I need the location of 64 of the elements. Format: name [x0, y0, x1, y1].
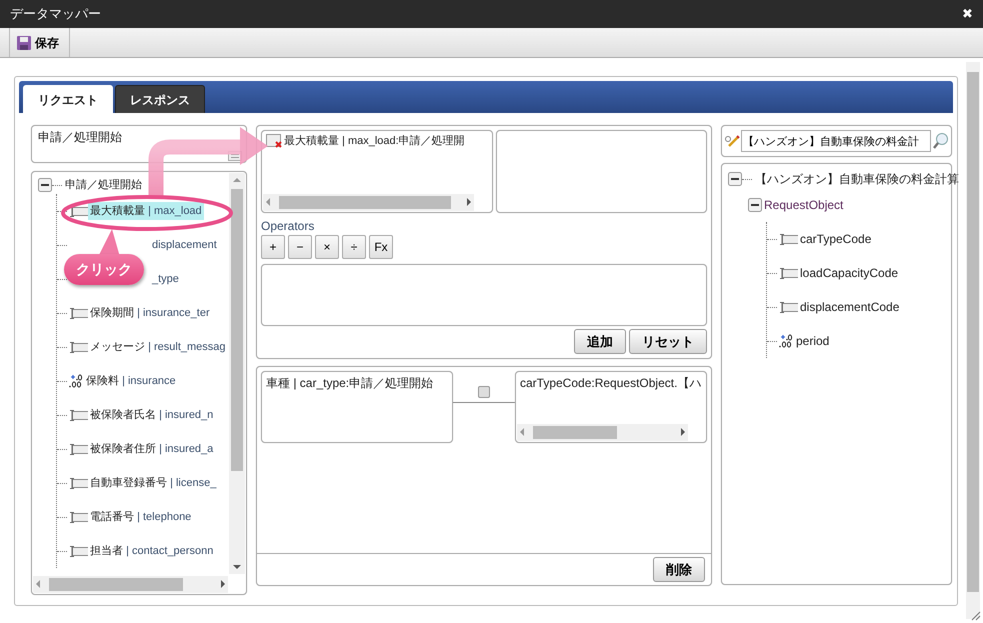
operator-button[interactable]: +	[261, 235, 285, 259]
mapping-source: 車種 | car_type:申請／処理開始	[261, 371, 453, 443]
text-field-icon	[68, 510, 88, 524]
tree-node[interactable]: period	[794, 331, 832, 351]
text-field-icon	[68, 340, 88, 354]
operator-button[interactable]: Fx	[369, 235, 393, 259]
tree-item[interactable]: 保険期間 | insurance_ter	[88, 304, 212, 322]
tree-node[interactable]: 申請／処理開始	[63, 176, 144, 194]
text-field-icon	[778, 300, 798, 314]
text-field-icon	[68, 442, 88, 456]
vertical-scrollbar[interactable]	[966, 62, 980, 619]
expression-field[interactable]	[261, 264, 707, 326]
action-button[interactable]: 追加	[574, 329, 626, 354]
text-field-icon	[68, 204, 88, 218]
tree-item[interactable]: メッセージ | result_messag	[88, 338, 228, 356]
tree-item[interactable]: 電話番号 | telephone	[88, 508, 194, 526]
action-button[interactable]: リセット	[629, 329, 707, 354]
tree-item[interactable]: 被保険者氏名 | insured_n	[88, 406, 216, 424]
tree-node[interactable]: displacementCode	[798, 297, 902, 317]
collapse-icon[interactable]	[748, 198, 762, 212]
remove-icon[interactable]	[266, 134, 284, 148]
collapse-icon[interactable]	[728, 172, 742, 186]
delete-button[interactable]: 削除	[653, 557, 705, 582]
tree-item[interactable]: 担当者 | contact_personn	[88, 542, 216, 560]
operator-button[interactable]: ×	[315, 235, 339, 259]
search-field[interactable]: 【ハンズオン】自動車保険の料金計	[741, 130, 931, 152]
tree-item[interactable]: 保険料 | insurance	[84, 372, 178, 390]
target-field-text: carTypeCode:RequestObject.【ハ	[519, 375, 702, 392]
horizontal-scrollbar[interactable]	[517, 424, 688, 441]
number-type-icon	[68, 374, 84, 388]
resize-grip[interactable]	[971, 611, 981, 621]
mapping-checkbox[interactable]	[478, 386, 490, 398]
tree-item[interactable]: 最大積載量 | max_load	[88, 202, 204, 220]
horizontal-scrollbar[interactable]	[263, 194, 474, 211]
tree-node[interactable]: 【ハンズオン】自動車保険の料金計算	[753, 169, 961, 189]
collapse-icon[interactable]	[38, 178, 52, 192]
source-item[interactable]: 最大積載量 | max_load:申請／処理開	[262, 131, 492, 152]
text-field-icon	[778, 232, 798, 246]
tree-node[interactable]: RequestObject	[762, 195, 846, 215]
text-field-icon	[778, 266, 798, 280]
tab[interactable]: レスポンス	[115, 85, 205, 113]
tree-node[interactable]: loadCapacityCode	[798, 263, 900, 283]
operator-button[interactable]: −	[288, 235, 312, 259]
tree-item[interactable]: 被保険者住所 | insured_a	[88, 440, 216, 458]
tab[interactable]: リクエスト	[23, 85, 113, 113]
save-button[interactable]: 保存	[9, 28, 70, 57]
operator-button[interactable]: ÷	[342, 235, 366, 259]
text-field-icon	[68, 408, 88, 422]
text-field-icon	[68, 306, 88, 320]
pencil-icon	[724, 134, 740, 148]
operators-label: Operators	[261, 218, 316, 235]
vertical-scrollbar[interactable]	[229, 173, 245, 574]
callout-bubble: クリック	[64, 254, 144, 285]
close-button[interactable]: ✖	[962, 4, 973, 24]
number-type-icon	[778, 334, 794, 348]
tree-item[interactable]: 自動車登録番号 | license_	[88, 474, 218, 492]
tree-item[interactable]: displacement	[150, 236, 219, 254]
text-field-icon	[68, 544, 88, 558]
window-title: データマッパー	[10, 5, 101, 24]
horizontal-scrollbar[interactable]	[33, 576, 228, 593]
text-field-icon	[68, 476, 88, 490]
tree-item[interactable]: _type	[150, 270, 181, 288]
search-icon[interactable]	[932, 132, 950, 150]
tree-node[interactable]: carTypeCode	[798, 229, 874, 249]
